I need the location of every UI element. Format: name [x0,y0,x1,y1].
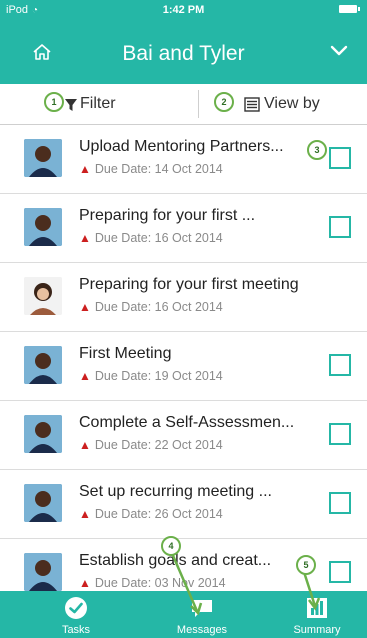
tab-label: Tasks [61,624,91,636]
summary-chart-icon [307,598,327,618]
warning-icon: ▲ [79,162,91,176]
task-list: Upload Mentoring Partners... ▲ Due Date: … [0,125,367,591]
task-row[interactable]: Complete a Self-Assessmen... ▲ Due Date: … [0,401,367,470]
task-due-date: ▲ Due Date: 22 Oct 2014 [79,438,223,452]
task-title: Set up recurring meeting ... [79,483,272,500]
status-bar: iPod ◔ 1:42 PM [0,0,367,20]
task-row[interactable]: Preparing for your first ... ▲ Due Date: … [0,194,367,263]
task-row[interactable]: First Meeting ▲ Due Date: 19 Oct 2014 [0,332,367,401]
filter-label: Filter [80,95,116,112]
task-due-date: ▲ Due Date: 26 Oct 2014 [79,507,223,521]
top-bar: iPod ◔ 1:42 PM Bai and Tyler [0,0,367,84]
tab-tasks[interactable]: Tasks [15,591,137,638]
page-title: Bai and Tyler [122,42,245,65]
status-time: 1:42 PM [162,4,205,16]
task-title: Upload Mentoring Partners... [79,138,284,155]
callout-badge-3: 3 [307,140,327,160]
task-row[interactable]: Preparing for your first meeting ▲ Due Da… [0,263,367,332]
task-checkbox[interactable] [329,147,351,169]
chat-bubble-icon [192,600,212,617]
task-due-date: ▲ Due Date: 03 Nov 2014 [79,576,226,590]
warning-icon: ▲ [79,300,91,314]
callout-badge-1: 1 [44,92,64,112]
avatar [24,553,62,591]
list-view-icon [244,97,260,112]
callout-badge-4: 4 [161,536,181,556]
warning-icon: ▲ [79,369,91,383]
callout-badge-2: 2 [214,92,234,112]
task-checkbox[interactable] [329,492,351,514]
tab-messages[interactable]: Messages [141,591,263,638]
task-checkbox[interactable] [329,354,351,376]
tab-label: Summary [293,624,341,636]
task-due-date: ▲ Due Date: 16 Oct 2014 [79,300,223,314]
task-row[interactable]: Upload Mentoring Partners... ▲ Due Date: … [0,125,367,194]
warning-icon: ▲ [79,438,91,452]
tab-label: Messages [176,624,228,636]
task-checkbox[interactable] [329,423,351,445]
warning-icon: ▲ [79,231,91,245]
task-title: Preparing for your first meeting [79,276,299,293]
task-due-date: ▲ Due Date: 16 Oct 2014 [79,231,223,245]
warning-icon: ▲ [79,507,91,521]
task-checkbox[interactable] [329,216,351,238]
view-by-label: View by [264,95,320,112]
battery-icon [339,5,360,13]
header: Bai and Tyler [0,28,367,84]
filter-funnel-icon [65,99,77,111]
tab-summary[interactable]: Summary [256,591,367,638]
chevron-down-icon[interactable] [329,42,349,60]
task-title: First Meeting [79,345,172,362]
check-circle-icon [65,597,87,619]
warning-icon: ▲ [79,576,91,590]
task-due-date: ▲ Due Date: 14 Oct 2014 [79,162,223,176]
task-row[interactable]: Set up recurring meeting ... ▲ Due Date: … [0,470,367,539]
task-due-date: ▲ Due Date: 19 Oct 2014 [79,369,223,383]
avatar [24,346,62,384]
avatar [24,139,62,177]
avatar [24,415,62,453]
bottom-tab-bar: Tasks Messages Summary [0,591,367,638]
avatar [24,484,62,522]
task-title: Complete a Self-Assessmen... [79,414,295,431]
task-checkbox[interactable] [329,561,351,583]
task-title: Preparing for your first ... [79,207,256,224]
toolbar-divider [198,90,199,118]
callout-badge-5: 5 [296,555,316,575]
avatar [24,208,62,246]
avatar [24,277,62,315]
